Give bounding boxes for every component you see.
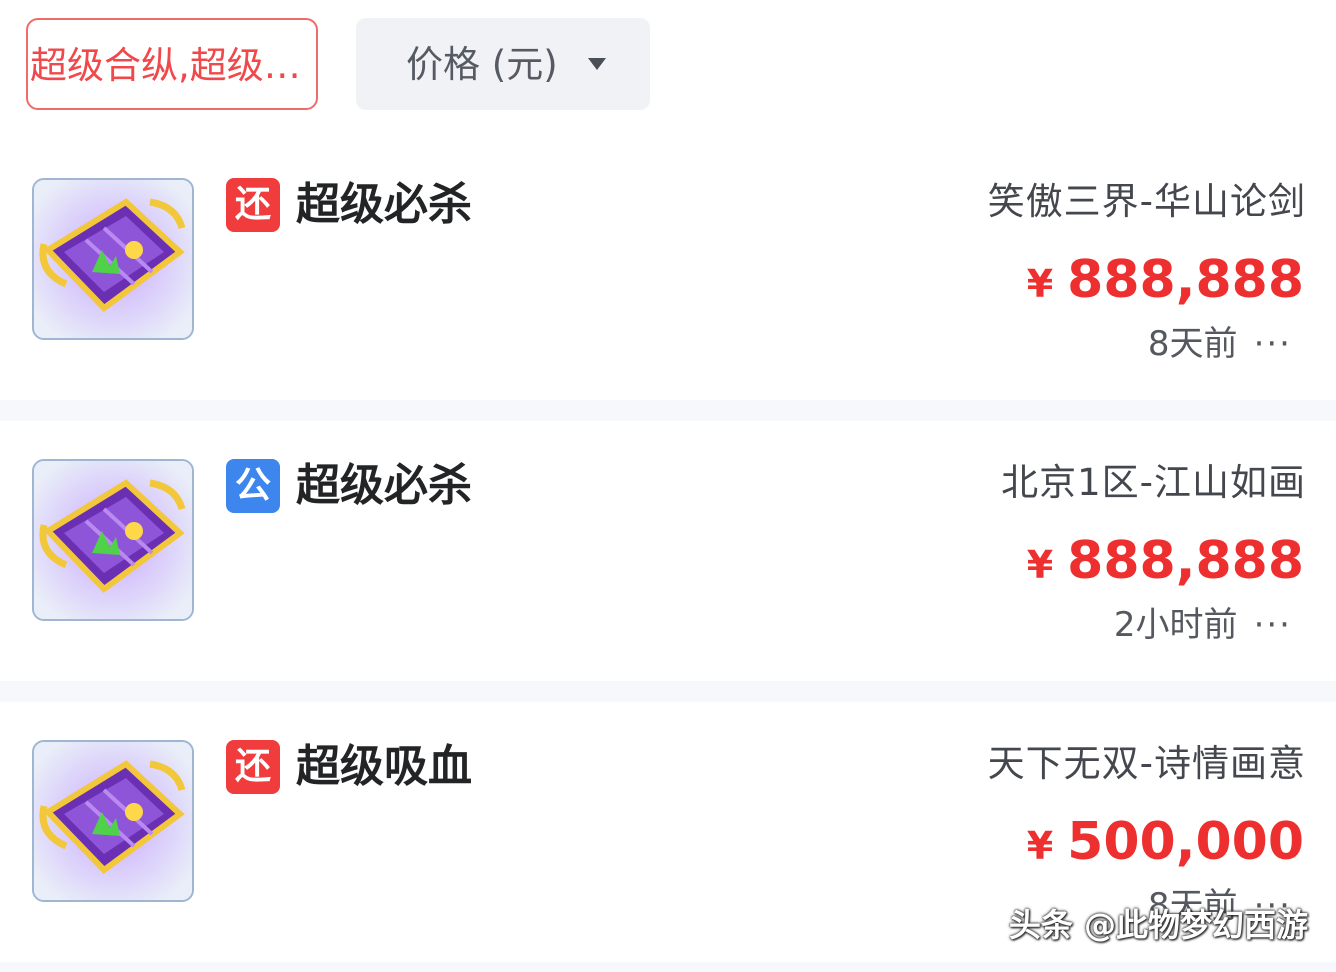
badge-return: 还 bbox=[226, 740, 280, 794]
price-value: 888,888 bbox=[1067, 250, 1304, 310]
skill-book-scroll-icon bbox=[32, 178, 194, 340]
filter-bar: 超级合纵,超级… 价格 (元) bbox=[0, 0, 1336, 140]
listing-meta: 8天前 ··· bbox=[1148, 316, 1292, 372]
listing-item[interactable]: 公 超级必杀 北京1区-江山如画 ¥888,888 2小时前 ··· bbox=[0, 421, 1336, 681]
skill-book-scroll-icon bbox=[32, 459, 194, 621]
price: ¥888,888 bbox=[1027, 521, 1304, 605]
item-title: 超级吸血 bbox=[296, 741, 472, 792]
badge-public: 公 bbox=[226, 459, 280, 513]
currency-symbol: ¥ bbox=[1026, 543, 1054, 587]
price-sort-dropdown[interactable]: 价格 (元) bbox=[356, 18, 650, 110]
price-value: 888,888 bbox=[1067, 531, 1304, 591]
price: ¥888,888 bbox=[1027, 240, 1304, 324]
currency-symbol: ¥ bbox=[1026, 824, 1054, 868]
filter-chip-skills[interactable]: 超级合纵,超级… bbox=[26, 18, 318, 110]
price-sort-label: 价格 (元) bbox=[406, 43, 558, 86]
server-name: 天下无双-诗情画意 bbox=[987, 742, 1306, 785]
watermark: 头条 @此物梦幻西游 bbox=[1008, 906, 1308, 944]
listed-time: 2小时前 bbox=[1113, 605, 1238, 645]
skill-book-scroll-icon bbox=[32, 740, 194, 902]
caret-down-icon bbox=[588, 58, 606, 70]
listing-item[interactable]: 还 超级必杀 笑傲三界-华山论剑 ¥888,888 8天前 ··· bbox=[0, 140, 1336, 400]
listed-time: 8天前 bbox=[1147, 324, 1238, 364]
more-icon[interactable]: ··· bbox=[1254, 316, 1292, 372]
server-name: 北京1区-江山如画 bbox=[1001, 461, 1306, 504]
price: ¥500,000 bbox=[1027, 802, 1304, 886]
listing-meta: 2小时前 ··· bbox=[1114, 597, 1292, 653]
currency-symbol: ¥ bbox=[1026, 262, 1054, 306]
item-title: 超级必杀 bbox=[296, 460, 472, 511]
item-title: 超级必杀 bbox=[296, 179, 472, 230]
more-icon[interactable]: ··· bbox=[1254, 597, 1292, 653]
server-name: 笑傲三界-华山论剑 bbox=[987, 180, 1306, 223]
badge-return: 还 bbox=[226, 178, 280, 232]
price-value: 500,000 bbox=[1067, 812, 1304, 872]
